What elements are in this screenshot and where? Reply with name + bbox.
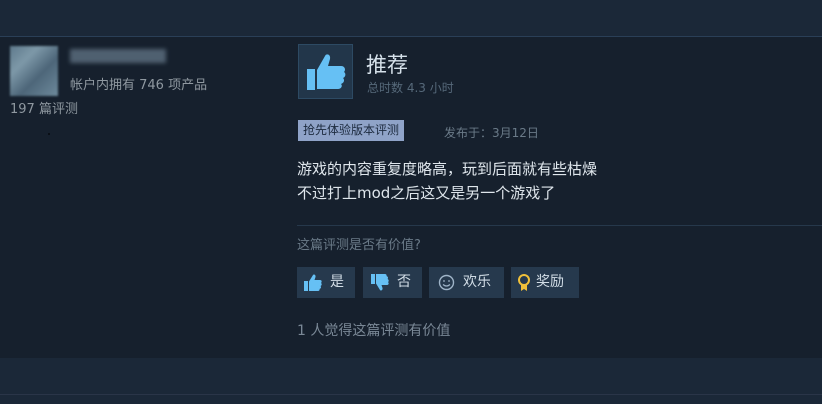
thumbs-up-icon [307, 54, 346, 90]
award-ribbon-icon [518, 274, 530, 291]
playtime: 总时数 4.3 小时 [367, 81, 454, 95]
decorative-dot [48, 133, 50, 135]
vote-funny-button[interactable]: 欢乐 [429, 267, 504, 298]
page-top-strip [0, 0, 822, 36]
vote-yes-label: 是 [330, 274, 344, 290]
early-access-badge: 抢先体验版本评测 [298, 120, 405, 141]
page-bottom-strip [0, 358, 822, 404]
review-verdict[interactable]: 推荐 [366, 49, 408, 79]
vote-no-label: 否 [397, 274, 411, 290]
bottom-divider [0, 394, 822, 395]
vote-no-button[interactable]: 否 [363, 267, 422, 298]
review-body: 游戏的内容重复度略高，玩到后面就有些枯燥 不过打上mod之后这又是另一个游戏了 [297, 157, 597, 205]
award-label: 奖励 [536, 274, 564, 290]
smiley-icon [438, 274, 455, 291]
author-name-blurred[interactable] [70, 49, 166, 63]
recommend-thumb-box [298, 44, 353, 99]
review-line: 不过打上mod之后这又是另一个游戏了 [297, 184, 556, 202]
vote-yes-button[interactable]: 是 [297, 267, 355, 298]
posted-date: 发布于：3月12日 [444, 126, 539, 140]
author-products-owned[interactable]: 帐户内拥有 746 项产品 [70, 74, 207, 93]
thumbs-up-icon [304, 274, 322, 291]
helpful-count: 1 人觉得这篇评测有价值 [297, 323, 451, 339]
helpful-question: 这篇评测是否有价值? [297, 238, 421, 253]
author-review-count[interactable]: 197 篇评测 [10, 98, 78, 117]
review-line: 游戏的内容重复度略高，玩到后面就有些枯燥 [297, 160, 598, 178]
vote-funny-label: 欢乐 [463, 274, 491, 290]
award-button[interactable]: 奖励 [511, 267, 579, 298]
thumbs-down-icon [371, 274, 389, 291]
author-avatar[interactable] [10, 46, 58, 96]
review-divider [297, 225, 822, 226]
